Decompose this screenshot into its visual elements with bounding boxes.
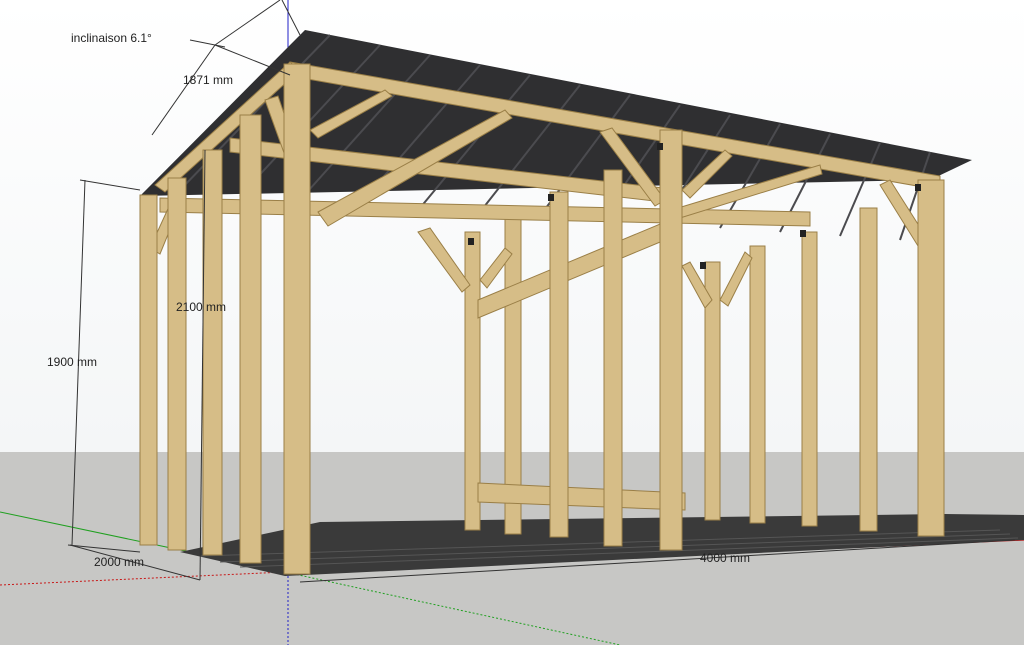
- slope-label: inclinaison 6.1°: [71, 31, 152, 45]
- depth-label: 2000 mm: [94, 555, 145, 569]
- back-height-label: 2100 mm: [176, 300, 227, 314]
- front-height-label: 1900 mm: [47, 355, 98, 369]
- width-label: 4000 mm: [700, 551, 751, 565]
- red-axis-dotted: [0, 571, 286, 586]
- sketchup-viewport[interactable]: inclinaison 6.1° 1871 mm 1900 mm 2100 mm…: [0, 0, 1024, 645]
- woodshed-3d-model[interactable]: [0, 0, 1024, 645]
- rafter-length-label: 1871 mm: [183, 73, 234, 87]
- green-axis-dotted: [284, 571, 621, 645]
